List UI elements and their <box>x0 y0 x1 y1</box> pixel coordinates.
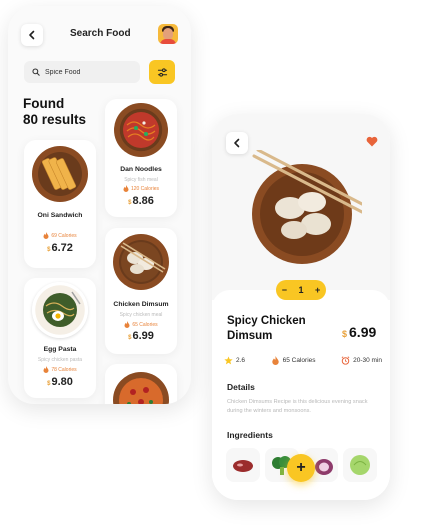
food-calories: 69 Calories <box>24 232 96 239</box>
ingredient-cabbage[interactable] <box>343 448 377 482</box>
heart-icon[interactable] <box>366 136 378 147</box>
rating-value: 2.6 <box>236 356 246 364</box>
food-price: $ 9.80 <box>24 376 96 388</box>
alarm-clock-icon <box>341 355 350 365</box>
food-name: Egg Pasta <box>43 346 77 353</box>
currency-symbol: $ <box>128 335 132 341</box>
food-desc: Spicy chicken pasta <box>37 357 83 363</box>
food-image <box>32 282 88 338</box>
dish-title: Spicy Chicken Dimsum <box>227 315 306 342</box>
filter-button[interactable] <box>149 60 175 84</box>
flame-icon <box>43 366 49 373</box>
currency-symbol: $ <box>342 329 348 339</box>
price-value: 6.99 <box>349 324 377 340</box>
food-desc: Spicy fish meal <box>124 177 158 183</box>
food-image <box>113 372 169 404</box>
currency-symbol: $ <box>47 381 51 387</box>
time-value: 20-30 min <box>353 356 382 364</box>
chevron-left-icon <box>29 30 35 40</box>
dish-price: $ 6.99 <box>342 324 376 340</box>
quantity-stepper[interactable]: − 1 + <box>276 280 326 300</box>
ingredients-heading: Ingredients <box>227 430 273 440</box>
food-card-dan-noodles[interactable]: Dan Noodles Spicy fish meal 120 Calories… <box>105 99 177 217</box>
food-card-pizza[interactable] <box>105 364 177 404</box>
food-name: Chicken Dimsum <box>113 301 169 308</box>
details-heading: Details <box>227 382 255 392</box>
search-bar <box>24 61 140 83</box>
chevron-left-icon <box>234 138 240 148</box>
results-heading-line1: Found <box>23 96 65 111</box>
price-value: 8.86 <box>132 195 154 207</box>
search-icon <box>32 68 40 76</box>
dimsum-bowl-image <box>252 150 362 264</box>
food-desc: Spicy chicken meal <box>119 312 163 318</box>
meat-icon <box>233 460 253 472</box>
search-input[interactable] <box>45 68 135 76</box>
food-name: Dan Noodles <box>120 166 162 173</box>
food-calories-label: 120 Calories <box>130 185 160 192</box>
quantity-value: 1 <box>298 285 304 295</box>
search-topbar: Search Food <box>8 6 191 62</box>
price-value: 6.72 <box>51 242 73 254</box>
food-calories: 65 Calories <box>105 321 177 328</box>
sliders-icon <box>157 67 167 77</box>
calories-value: 65 Calories <box>282 356 316 364</box>
flame-icon <box>123 185 129 192</box>
back-button[interactable] <box>21 24 43 46</box>
price-value: 6.99 <box>132 330 154 342</box>
food-calories: 120 Calories <box>105 185 177 192</box>
flame-icon <box>271 355 279 365</box>
food-price: $ 6.99 <box>105 330 177 342</box>
food-card-egg-pasta[interactable]: Egg Pasta Spicy chicken pasta 78 Calorie… <box>24 278 96 398</box>
results-heading-line2: 80 results <box>23 112 87 127</box>
increment-button[interactable]: + <box>315 285 320 295</box>
food-image <box>113 234 169 290</box>
food-calories-label: 69 Calories <box>51 232 77 239</box>
food-card-chicken-dimsum[interactable]: Chicken Dimsum Spicy chicken meal 65 Cal… <box>105 228 177 354</box>
food-image <box>114 103 168 157</box>
food-calories-label: 78 Calories <box>51 366 77 373</box>
food-calories-label: 65 Calories <box>132 321 158 328</box>
food-price: $ 8.86 <box>105 195 177 207</box>
food-name: Oni Sandwich <box>37 212 83 219</box>
cabbage-icon <box>350 455 370 475</box>
results-heading: Found 80 results <box>23 96 86 128</box>
food-card-oni-sandwich[interactable]: Oni Sandwich 69 Calories $ 6.72 <box>24 140 96 268</box>
avatar[interactable] <box>158 24 178 44</box>
rating-stat: 2.6 <box>224 355 246 365</box>
food-detail-screen: − 1 + Spicy Chicken Dimsum $ 6.99 2.6 65… <box>212 114 390 500</box>
star-icon <box>224 355 233 364</box>
time-stat: 20-30 min <box>341 355 382 365</box>
ingredient-meat[interactable] <box>226 448 260 482</box>
currency-symbol: $ <box>128 200 132 206</box>
flame-icon <box>124 321 130 328</box>
details-text: Chicken Dimsums Recipe is this delicious… <box>227 399 368 414</box>
add-to-cart-button[interactable]: + <box>287 454 315 482</box>
back-button[interactable] <box>226 132 248 154</box>
food-calories: 78 Calories <box>24 366 96 373</box>
food-price: $ 6.72 <box>24 242 96 254</box>
dish-stats: 2.6 65 Calories 20-30 min <box>224 350 382 370</box>
page-title: Search Food <box>70 28 131 39</box>
currency-symbol: $ <box>47 247 51 253</box>
calories-stat: 65 Calories <box>271 355 316 365</box>
price-value: 9.80 <box>51 376 73 388</box>
decrement-button[interactable]: − <box>282 285 287 295</box>
flame-icon <box>43 232 49 239</box>
search-results-screen: Search Food Found 80 results <box>8 6 191 404</box>
food-image <box>32 146 88 202</box>
